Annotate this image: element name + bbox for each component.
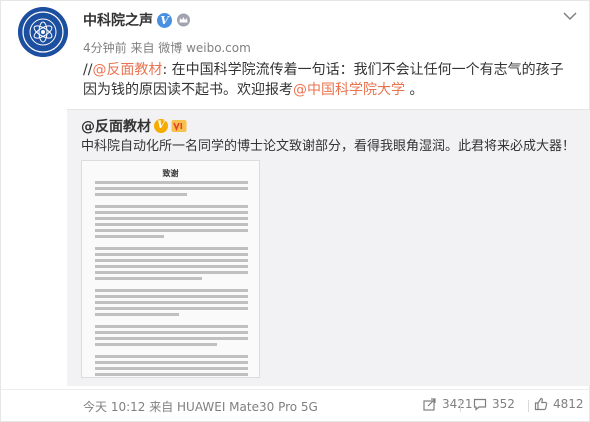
post-text: //@反面教材: 在中国科学院流传着一句话：我们不会让任何一个有志气的孩子因为钱… — [83, 60, 573, 100]
post-footer: 今天 10:12 来自 HUAWEI Mate30 Pro 5G 3421 35… — [1, 389, 590, 422]
weibo-post-card: 中科院之声 V 4分钟前 来自 微博 weibo.com //@反面教材: 在中… — [0, 0, 590, 422]
avatar[interactable] — [18, 7, 68, 57]
comment-count: 352 — [492, 397, 515, 411]
vip-icon — [171, 120, 187, 132]
thumbs-up-icon — [534, 397, 548, 411]
text-suffix: 。 — [405, 82, 424, 98]
repost-author: @反面教材 V — [81, 116, 187, 136]
verified-v-icon: V — [157, 12, 172, 28]
like-count: 4812 — [553, 397, 584, 411]
post-author: 中科院之声 V — [83, 10, 191, 30]
verified-v-icon: V — [154, 119, 168, 133]
chevron-down-icon[interactable] — [563, 11, 577, 21]
share-icon — [423, 398, 436, 411]
comment-icon — [473, 398, 487, 411]
thesis-image[interactable]: 致谢 — [81, 160, 260, 378]
share-count: 3421 — [442, 397, 473, 411]
divider — [528, 400, 529, 412]
post-time-source: 今天 10:12 来自 HUAWEI Mate30 Pro 5G — [83, 400, 318, 414]
divider — [460, 400, 461, 412]
repost-box: @反面教材 V 中科院自动化所一名同学的博士论文致谢部分，看得我眼角湿润。此君将… — [67, 109, 590, 386]
post-meta: 4分钟前 来自 微博 weibo.com — [83, 41, 251, 55]
image-title: 致谢 — [162, 169, 179, 178]
share-button[interactable]: 3421 — [423, 397, 473, 411]
repost-author-name[interactable]: @反面教材 — [81, 116, 151, 136]
comment-button[interactable]: 352 — [473, 397, 515, 411]
document-text-lines — [95, 181, 248, 377]
cas-logo-icon — [18, 7, 68, 57]
author-name[interactable]: 中科院之声 — [83, 10, 153, 30]
mention-link[interactable]: @中国科学院大学 — [293, 82, 405, 98]
crown-icon — [177, 13, 190, 27]
like-button[interactable]: 4812 — [534, 397, 584, 411]
mention-link[interactable]: @反面教材 — [92, 62, 162, 78]
repost-text: 中科院自动化所一名同学的博士论文致谢部分，看得我眼角湿润。此君将来必成大器！ — [81, 139, 576, 154]
